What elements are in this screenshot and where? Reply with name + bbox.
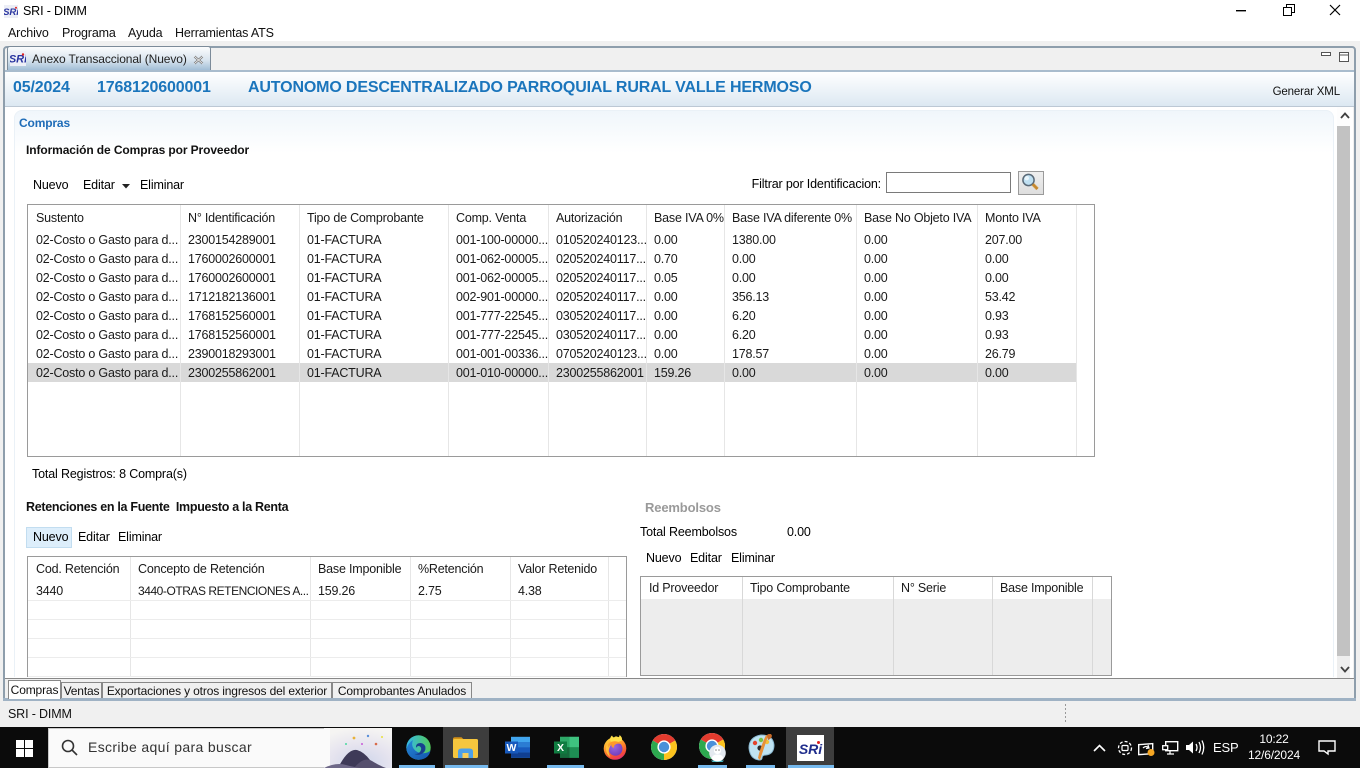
svg-text:W: W — [507, 742, 517, 754]
svg-text:X: X — [557, 742, 564, 754]
